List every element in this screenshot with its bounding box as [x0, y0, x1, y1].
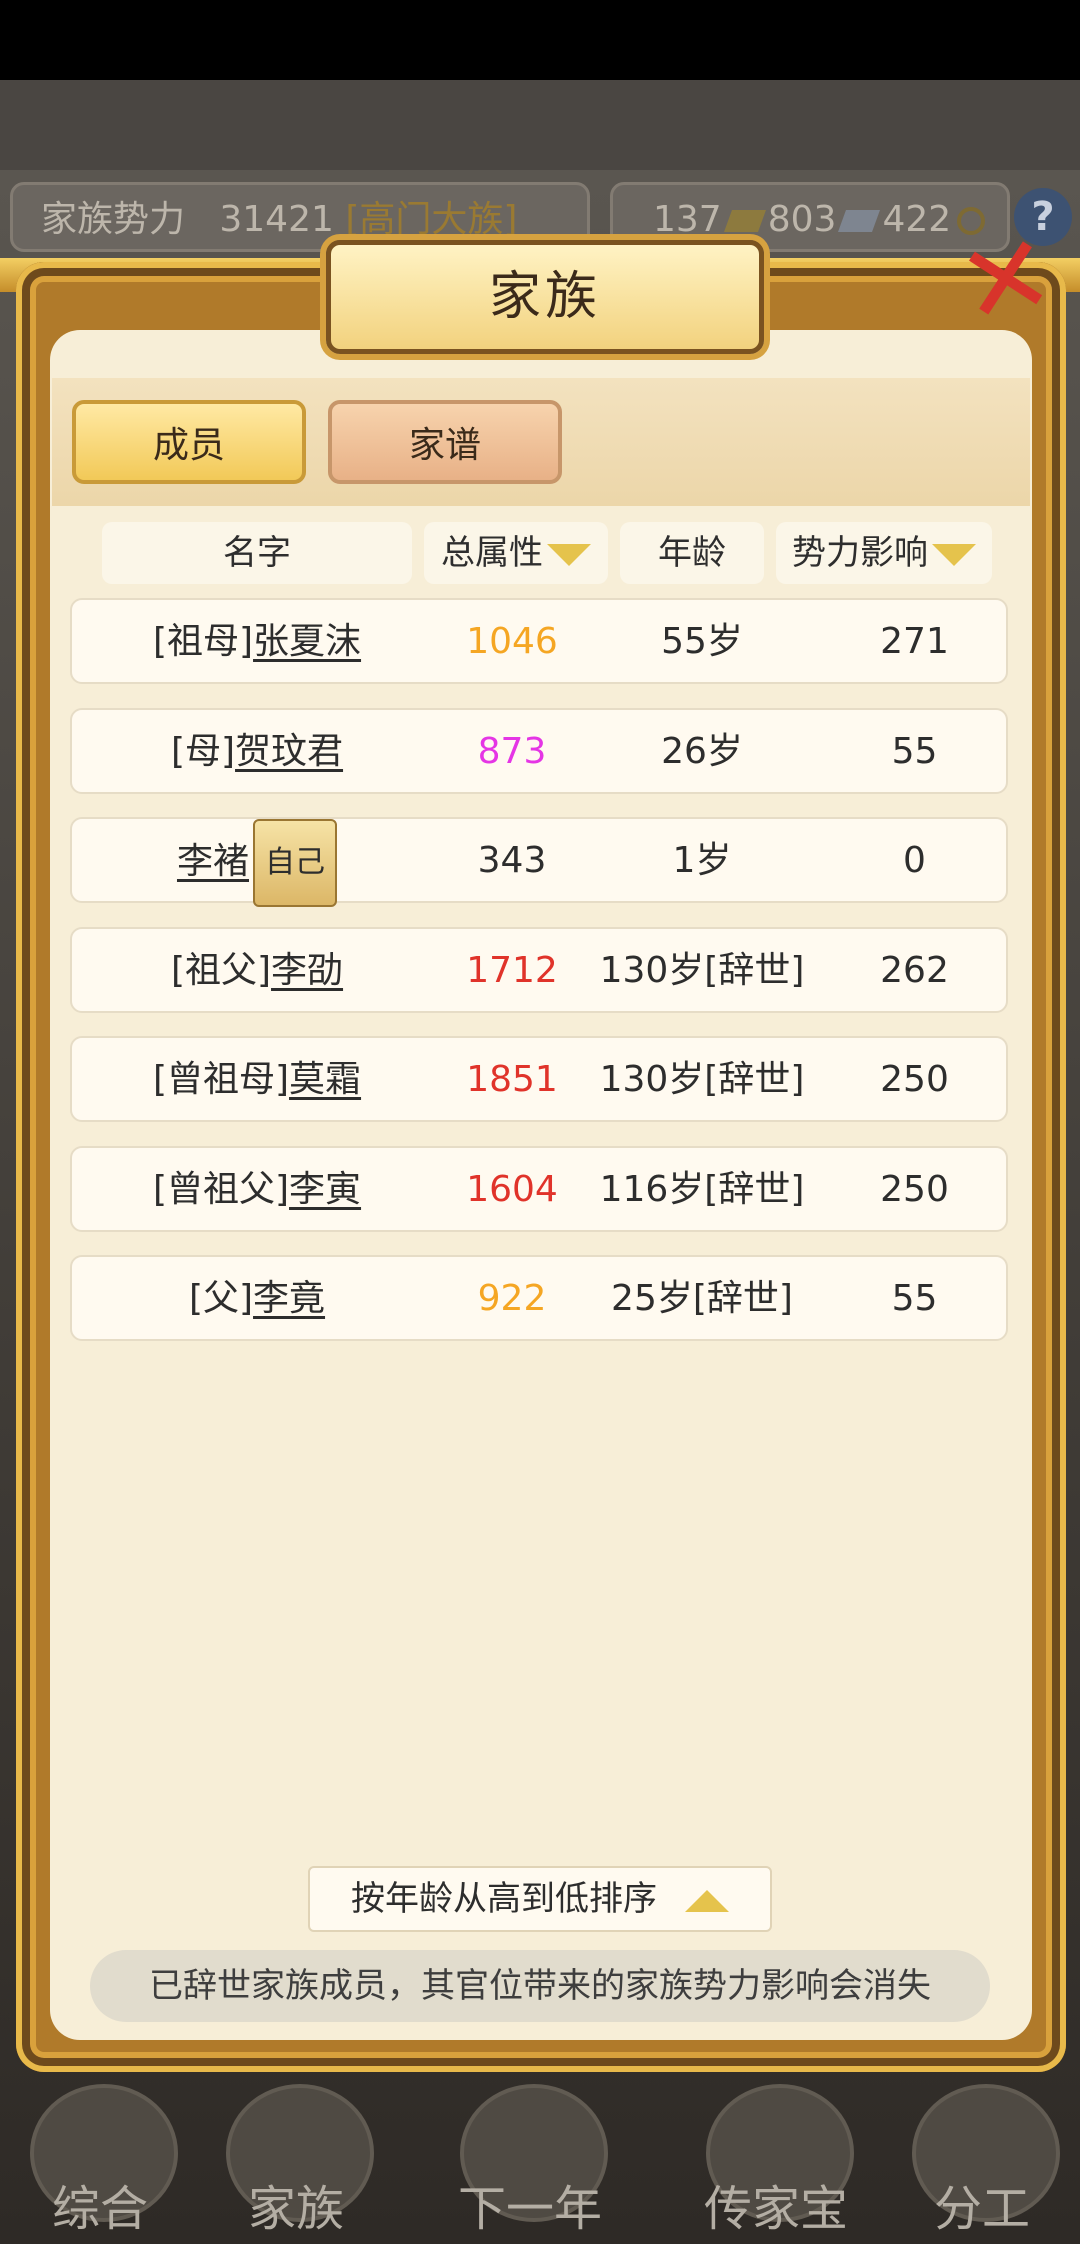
sort-up-icon	[685, 1889, 729, 1912]
nav-heirloom[interactable]: 传家宝	[676, 2080, 876, 2244]
family-power-value: 31421	[219, 199, 334, 240]
family-level: [高门大族]	[345, 199, 518, 240]
member-relation: [祖母]	[152, 621, 254, 662]
nav-next-year[interactable]: 下一年	[430, 2080, 630, 2244]
status-bar	[0, 0, 1080, 80]
column-header-name: 名字	[102, 522, 412, 584]
member-influence: 250	[880, 1059, 949, 1100]
member-relation: [母]	[170, 730, 236, 772]
member-name-link[interactable]: 李劭	[271, 950, 343, 991]
coin-amount: 422	[882, 199, 952, 240]
member-total-attributes: 1046	[466, 621, 558, 662]
member-name-cell: [母]贺玟君	[72, 710, 442, 794]
bottom-navigation: 综合 家族 下一年 传家宝 分工	[0, 2080, 1080, 2244]
member-row[interactable]: [父]李竟 922 25岁[辞世] 55	[70, 1255, 1008, 1341]
nav-family[interactable]: 家族	[196, 2080, 396, 2244]
tab-genealogy[interactable]: 家谱	[328, 400, 562, 484]
member-total-attributes: 922	[477, 1278, 547, 1319]
member-total-attributes: 1604	[466, 1168, 558, 1210]
member-name-link[interactable]: 张夏沫	[253, 621, 361, 662]
sort-down-icon	[932, 543, 976, 566]
member-row[interactable]: 李褚 自己 343 1岁 0	[70, 817, 1008, 907]
sort-dropdown[interactable]: 按年龄从高到低排序	[308, 1866, 772, 1932]
member-influence: 262	[880, 949, 949, 991]
member-name-link[interactable]: 莫霜	[289, 1059, 361, 1100]
member-total-attributes: 1712	[466, 949, 558, 991]
member-name-cell: [曾祖父]李寅	[72, 1148, 442, 1232]
member-name-link[interactable]: 李竟	[253, 1278, 325, 1319]
member-age: 116岁[辞世]	[599, 1168, 805, 1210]
panel-title: 家族	[326, 240, 764, 354]
column-header-age-label: 年龄	[658, 533, 726, 573]
sort-label: 按年龄从高到低排序	[351, 1879, 657, 1919]
gold-amount: 137	[653, 199, 722, 240]
member-relation: [曾祖母]	[152, 1059, 290, 1100]
nav-general[interactable]: 综合	[0, 2080, 200, 2244]
member-name-link[interactable]: 李寅	[289, 1169, 361, 1210]
member-name-cell: 李褚 自己	[72, 819, 442, 907]
member-row[interactable]: [曾祖母]莫霜 1851 130岁[辞世] 250	[70, 1036, 1008, 1122]
member-relation: [祖父]	[170, 949, 272, 991]
silver-ingot-icon	[838, 210, 881, 232]
member-age: 26岁	[661, 730, 743, 772]
nav-heirloom-label: 传家宝	[703, 2181, 848, 2237]
member-row[interactable]: [曾祖父]李寅 1604 116岁[辞世] 250	[70, 1145, 1008, 1232]
member-influence: 271	[880, 621, 949, 662]
nav-family-label: 家族	[247, 2181, 344, 2237]
member-name-cell: [曾祖母]莫霜	[72, 1038, 442, 1122]
member-name-cell: [祖母]张夏沫	[72, 600, 442, 684]
sort-by-influence-button[interactable]: 势力影响	[776, 522, 992, 584]
silver-amount: 803	[767, 199, 837, 240]
nav-general-label: 综合	[51, 2181, 148, 2237]
column-header-name-label: 名字	[223, 533, 291, 573]
member-row[interactable]: [祖父]李劭 1712 130岁[辞世] 262	[70, 926, 1008, 1013]
member-influence: 55	[891, 730, 938, 772]
member-influence: 250	[880, 1168, 949, 1210]
self-badge: 自己	[253, 819, 337, 907]
nav-division-label: 分工	[933, 2181, 1030, 2237]
member-relation: [曾祖父]	[152, 1168, 290, 1210]
member-name-link[interactable]: 贺玟君	[235, 731, 343, 772]
deceased-notice: 已辞世家族成员，其官位带来的家族势力影响会消失	[90, 1950, 990, 2022]
sort-by-attributes-button[interactable]: 总属性	[424, 522, 608, 584]
member-age: 130岁[辞世]	[599, 1059, 805, 1100]
column-header-age[interactable]: 年龄	[620, 522, 764, 584]
column-header-influence-label: 势力影响	[792, 533, 928, 573]
member-name-link[interactable]: 李褚	[177, 841, 249, 882]
top-background	[0, 80, 1080, 170]
nav-division[interactable]: 分工	[882, 2080, 1080, 2244]
member-age: 55岁	[661, 621, 743, 662]
close-icon[interactable]: ✕	[948, 208, 1065, 352]
sort-down-icon	[547, 543, 591, 566]
member-influence: 0	[903, 840, 926, 881]
nav-next-year-label: 下一年	[457, 2181, 602, 2237]
member-total-attributes: 1851	[466, 1059, 558, 1100]
column-header-attr-label: 总属性	[441, 533, 543, 573]
member-name-cell: [父]李竟	[72, 1257, 442, 1341]
member-total-attributes: 343	[477, 840, 547, 881]
member-name-cell: [祖父]李劭	[72, 929, 442, 1013]
member-age: 1岁	[672, 840, 732, 881]
member-age: 130岁[辞世]	[599, 949, 805, 991]
member-age: 25岁[辞世]	[611, 1278, 793, 1319]
member-row[interactable]: [母]贺玟君 873 26岁 55	[70, 707, 1008, 794]
tab-members[interactable]: 成员	[72, 400, 306, 484]
member-relation: [父]	[188, 1278, 254, 1319]
gold-ingot-icon	[723, 210, 766, 232]
member-row[interactable]: [祖母]张夏沫 1046 55岁 271	[70, 598, 1008, 684]
member-total-attributes: 873	[477, 730, 547, 772]
member-influence: 55	[891, 1278, 938, 1319]
family-power-label: 家族势力	[41, 199, 186, 240]
